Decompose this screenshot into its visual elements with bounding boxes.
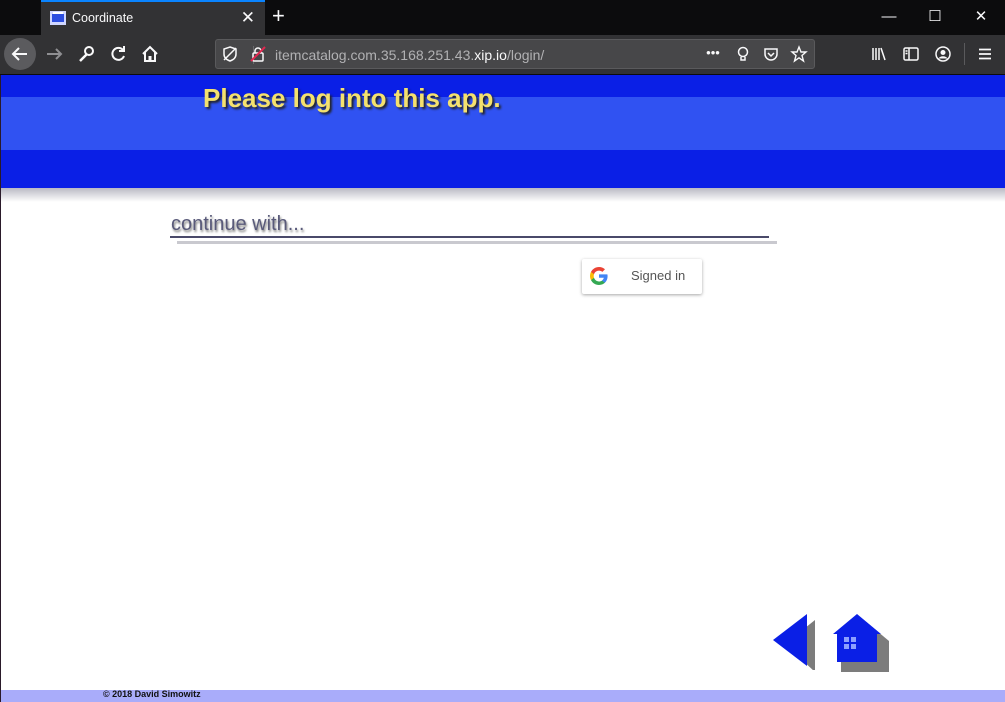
close-window-button[interactable]: ✕: [958, 0, 1004, 34]
back-arrow-button[interactable]: [769, 610, 817, 670]
url-prefix: itemcatalog.com.35.168.251.43.: [275, 47, 475, 63]
wrench-icon: [79, 46, 94, 62]
url-path: /login/: [506, 47, 545, 63]
divider-line: [170, 236, 769, 238]
back-button[interactable]: [4, 38, 36, 70]
browser-tab[interactable]: Coordinate ✕: [41, 0, 265, 35]
library-icon[interactable]: [870, 45, 888, 63]
pocket-icon[interactable]: [762, 45, 780, 63]
toolbar-separator: [964, 43, 965, 65]
new-tab-button[interactable]: +: [272, 5, 285, 27]
tools-button[interactable]: [71, 39, 101, 69]
hamburger-menu-icon[interactable]: [976, 45, 994, 63]
arrow-left-icon: [11, 47, 27, 61]
url-domain: xip.io: [474, 47, 507, 63]
lightbulb-icon[interactable]: [734, 45, 752, 63]
copyright-text: © 2018 David Simowitz: [103, 689, 201, 699]
tab-bar: Coordinate ✕ + — ☐ ✕: [0, 0, 1005, 35]
page-header: Please log into this app.: [1, 75, 1005, 188]
forward-button[interactable]: [40, 39, 70, 69]
footer-bar: © 2018 David Simowitz: [1, 689, 1005, 702]
site-favicon-icon: [50, 11, 66, 25]
divider-shadow-line: [177, 241, 777, 244]
header-shadow: [1, 188, 1005, 202]
navigation-toolbar: itemcatalog.com.35.168.251.43.xip.io/log…: [0, 35, 1005, 75]
url-text[interactable]: itemcatalog.com.35.168.251.43.xip.io/log…: [275, 47, 544, 63]
maximize-button[interactable]: ☐: [912, 0, 958, 34]
reload-icon: [111, 46, 125, 61]
insecure-lock-icon[interactable]: [249, 45, 267, 63]
home-button[interactable]: [135, 39, 165, 69]
tab-close-icon[interactable]: ✕: [241, 8, 255, 28]
google-signin-label: Signed in: [631, 268, 686, 283]
google-g-icon: [590, 267, 608, 285]
star-icon[interactable]: [790, 45, 808, 63]
url-bar[interactable]: itemcatalog.com.35.168.251.43.xip.io/log…: [215, 39, 815, 69]
home-icon: [142, 45, 158, 62]
tracking-protection-icon[interactable]: [221, 45, 239, 63]
home-nav-button[interactable]: [829, 610, 891, 672]
google-signin-button[interactable]: Signed in: [582, 259, 702, 294]
account-icon[interactable]: [934, 45, 952, 63]
continue-with-label: continue with...: [171, 213, 305, 235]
minimize-button[interactable]: —: [866, 0, 912, 34]
page-content: Please log into this app. continue with.…: [0, 75, 1005, 702]
tab-title: Coordinate: [72, 11, 134, 25]
sidebar-icon[interactable]: [902, 45, 920, 63]
header-band: [1, 97, 1005, 150]
arrow-right-icon: [47, 48, 63, 60]
reload-button[interactable]: [103, 39, 133, 69]
page-title: Please log into this app.: [203, 83, 501, 113]
page-actions-button[interactable]: •••: [704, 44, 722, 62]
